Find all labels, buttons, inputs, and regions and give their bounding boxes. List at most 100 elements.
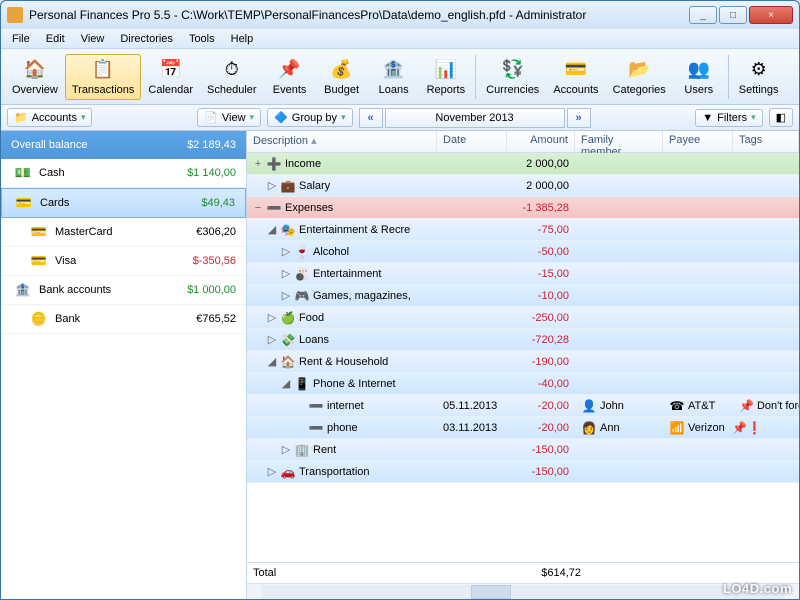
expand-icon[interactable]: ▷ <box>267 311 277 324</box>
accounts-icon: 💳 <box>564 58 588 82</box>
category-icon: 🏢 <box>294 442 310 458</box>
accounts-sidebar: Overall balance $2 189,43 💵Cash$1 140,00… <box>1 131 247 599</box>
menu-directories[interactable]: Directories <box>113 31 180 47</box>
category-icon: 🏠 <box>280 354 296 370</box>
events-icon: 📌 <box>278 58 302 82</box>
col-description[interactable]: Description ▴ <box>247 131 437 152</box>
folder-icon: 📁 <box>14 111 28 124</box>
toolbar-users[interactable]: 👥Users <box>673 54 725 100</box>
grid-row[interactable]: ➖internet05.11.2013-20,00👤John☎AT&T📌Don'… <box>247 395 799 417</box>
menu-tools[interactable]: Tools <box>182 31 222 47</box>
account-mastercard[interactable]: 💳MasterCard€306,20 <box>1 218 246 247</box>
grid-row[interactable]: ▷🎮Games, magazines,-10,00 <box>247 285 799 307</box>
row-tags: 📌❗ <box>733 420 799 436</box>
menu-file[interactable]: File <box>5 31 37 47</box>
grid-row[interactable]: −➖Expenses-1 385,28 <box>247 197 799 219</box>
category-icon: ➖ <box>266 200 282 216</box>
toolbar-scheduler[interactable]: ⏱Scheduler <box>200 54 264 100</box>
account-cards[interactable]: 💳Cards$49,43 <box>1 188 246 218</box>
window-title: Personal Finances Pro 5.5 - C:\Work\TEMP… <box>29 8 689 22</box>
expand-icon[interactable]: ▷ <box>281 245 291 258</box>
expand-icon[interactable]: ◢ <box>267 223 277 236</box>
row-amount: -720,28 <box>507 334 575 346</box>
toolbar-budget[interactable]: 💰Budget <box>316 54 368 100</box>
grid-row[interactable]: ◢🎭Entertainment & Recre-75,00 <box>247 219 799 241</box>
account-bank-accounts[interactable]: 🏦Bank accounts$1 000,00 <box>1 276 246 305</box>
date-range-button[interactable]: November 2013 <box>385 108 565 128</box>
expand-icon[interactable]: ▷ <box>267 179 277 192</box>
toolbar-currencies[interactable]: 💱Currencies <box>479 54 546 100</box>
account-visa[interactable]: 💳Visa$-350,56 <box>1 247 246 276</box>
filters-dropdown[interactable]: ▼ Filters ▾ <box>695 109 762 127</box>
grid-row[interactable]: ▷🚗Transportation-150,00 <box>247 461 799 483</box>
menu-edit[interactable]: Edit <box>39 31 72 47</box>
grid-row[interactable]: +➕Income2 000,00 <box>247 153 799 175</box>
horizontal-scrollbar[interactable] <box>247 583 799 599</box>
toolbar-settings[interactable]: ⚙Settings <box>732 54 786 100</box>
view-dropdown[interactable]: 📄 View ▾ <box>197 108 261 127</box>
account-name: Cards <box>40 197 69 209</box>
toolbar-accounts[interactable]: 💳Accounts <box>546 54 605 100</box>
grid-row[interactable]: ▷🍏Food-250,00 <box>247 307 799 329</box>
toolbar-label: Currencies <box>486 84 539 96</box>
app-icon <box>7 7 23 23</box>
titlebar[interactable]: Personal Finances Pro 5.5 - C:\Work\TEMP… <box>1 1 799 29</box>
person-icon: 👤 <box>581 398 597 414</box>
col-family[interactable]: Family member <box>575 131 663 152</box>
minimize-button[interactable]: _ <box>689 6 717 24</box>
toolbar-loans[interactable]: 🏦Loans <box>368 54 420 100</box>
groupby-dropdown[interactable]: 🔷 Group by ▾ <box>267 108 352 127</box>
next-month-button[interactable]: » <box>567 108 591 128</box>
accounts-dropdown[interactable]: 📁 Accounts ▾ <box>7 108 92 127</box>
toolbar-calendar[interactable]: 📅Calendar <box>141 54 200 100</box>
expand-icon[interactable]: + <box>253 158 263 170</box>
row-amount: -250,00 <box>507 312 575 324</box>
row-description: Expenses <box>285 202 333 214</box>
toolbar-events[interactable]: 📌Events <box>264 54 316 100</box>
col-amount[interactable]: Amount <box>507 131 575 152</box>
grid-row[interactable]: ▷🎳Entertainment-15,00 <box>247 263 799 285</box>
toolbar-label: Reports <box>427 84 466 96</box>
grid-row[interactable]: ▷🏢Rent-150,00 <box>247 439 799 461</box>
expand-icon[interactable]: ▷ <box>281 267 291 280</box>
row-description: Food <box>299 312 324 324</box>
maximize-button[interactable]: □ <box>719 6 747 24</box>
toolbar-categories[interactable]: 📂Categories <box>606 54 673 100</box>
scrollbar-thumb[interactable] <box>471 585 511 599</box>
reports-icon: 📊 <box>434 58 458 82</box>
subbar: 📁 Accounts ▾ 📄 View ▾ 🔷 Group by ▾ « Nov… <box>1 105 799 131</box>
toolbar-reports[interactable]: 📊 Reports <box>420 54 473 100</box>
prev-month-button[interactable]: « <box>359 108 383 128</box>
account-icon: 💵 <box>13 165 33 181</box>
menu-help[interactable]: Help <box>224 31 261 47</box>
expand-icon[interactable]: ▷ <box>281 289 291 302</box>
expand-icon[interactable]: ◢ <box>281 377 291 390</box>
col-payee[interactable]: Payee <box>663 131 733 152</box>
group-icon: 🔷 <box>274 111 288 124</box>
grid-row[interactable]: ◢📱Phone & Internet-40,00 <box>247 373 799 395</box>
grid-row[interactable]: ➖phone03.11.2013-20,00👩Ann📶Verizon📌❗ <box>247 417 799 439</box>
menu-view[interactable]: View <box>74 31 112 47</box>
expand-icon[interactable]: ▷ <box>267 333 277 346</box>
close-button[interactable]: × <box>749 6 793 24</box>
row-amount: -40,00 <box>507 378 575 390</box>
view-label: View <box>222 112 246 124</box>
grid-row[interactable]: ◢🏠Rent & Household-190,00 <box>247 351 799 373</box>
account-bank[interactable]: 🪙Bank€765,52 <box>1 305 246 334</box>
col-date[interactable]: Date <box>437 131 507 152</box>
layout-button[interactable]: ◧ <box>769 108 793 127</box>
category-icon: 🎳 <box>294 266 310 282</box>
grid-row[interactable]: ▷🍷Alcohol-50,00 <box>247 241 799 263</box>
overview-icon: 🏠 <box>23 58 47 82</box>
account-cash[interactable]: 💵Cash$1 140,00 <box>1 159 246 188</box>
toolbar-transactions[interactable]: 📋Transactions <box>65 54 142 100</box>
funnel-icon: ▼ <box>702 112 713 124</box>
col-tags[interactable]: Tags <box>733 131 799 152</box>
expand-icon[interactable]: ▷ <box>281 443 291 456</box>
toolbar-overview[interactable]: 🏠Overview <box>5 54 65 100</box>
expand-icon[interactable]: − <box>253 202 263 214</box>
grid-row[interactable]: ▷💼Salary2 000,00 <box>247 175 799 197</box>
grid-row[interactable]: ▷💸Loans-720,28 <box>247 329 799 351</box>
expand-icon[interactable]: ◢ <box>267 355 277 368</box>
expand-icon[interactable]: ▷ <box>267 465 277 478</box>
